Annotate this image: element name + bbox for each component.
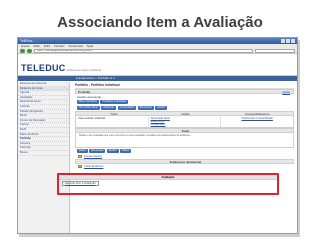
help-link[interactable]: Ajuda <box>282 90 293 94</box>
incluir-endereco-link[interactable]: Incluir Endereço <box>84 165 103 168</box>
menu-ajuda[interactable]: Ajuda <box>87 45 93 48</box>
search-input[interactable] <box>255 48 295 53</box>
text-body: Relate o uso modelado que você encontrou… <box>75 133 294 148</box>
item-title: Caso estudo: tarefa E1 <box>78 117 106 120</box>
adicionar-button[interactable]: Adicionar <box>101 106 117 110</box>
back-icon[interactable] <box>20 48 25 53</box>
col-titulo: Título <box>110 112 118 116</box>
sidebar: Estrutura do Ambiente › Dinâmica do Curso… <box>18 82 70 233</box>
course-breadcrumb: Fundamentos > Portfólio: E.1 <box>76 76 115 80</box>
sidebar-item-busca[interactable]: Busca <box>18 151 69 156</box>
sidebar-item-label: Dinâmica do Curso <box>20 86 43 90</box>
sidebar-item-label: Busca <box>20 150 28 154</box>
sidebar-item-label: Agenda <box>20 91 30 95</box>
excluir-button[interactable]: Excluir <box>155 106 168 110</box>
grid-item-title: Caso estudo: tarefa E1 <box>76 116 149 127</box>
sidebar-item-label: Leituras <box>20 104 30 108</box>
sidebar-item-label: Atividades <box>20 95 33 99</box>
main-content: Portfólio - Portfólio Individual Portfól… <box>71 82 297 233</box>
sidebar-item-label: Parada Obrigatória <box>20 109 43 113</box>
minimize-icon[interactable] <box>281 39 285 43</box>
renomear-arquivo-button[interactable]: Renomear <box>89 149 106 153</box>
teleduc-logo: TELEDUC <box>21 63 66 73</box>
context-text: Usuário acessando: ... <box>77 94 105 99</box>
avaliacao-highlight: Avaliação Associar item à Avaliação <box>57 173 279 195</box>
limpar-texto-link[interactable]: Limpar texto <box>151 123 219 126</box>
sidebar-item-label: Fóruns de Discussão <box>20 118 46 122</box>
menu-exibir[interactable]: Exibir <box>44 45 50 48</box>
menu-arquivo[interactable]: Arquivo <box>21 45 29 48</box>
app-header: TELEDUC ambiente de ensino a distância <box>18 54 297 76</box>
sidebar-item-label: Perfil <box>20 127 27 131</box>
maximize-icon[interactable] <box>286 39 290 43</box>
section-title: Portfólio <box>78 90 91 94</box>
enderecos-row: Incluir Endereço <box>75 164 294 169</box>
renomear-button[interactable]: Renomear <box>137 106 154 110</box>
ver-outros-itens-button[interactable]: Ver Outros Itens <box>77 106 100 110</box>
folder-icon <box>78 155 82 158</box>
window-controls <box>281 39 295 43</box>
portfolios-individuais-button[interactable]: Portfólios Individuais <box>100 100 129 104</box>
address-bar[interactable]: http://.../cursos/aplic/portfolio/ver.ph… <box>34 48 253 53</box>
menu-favoritos[interactable]: Favoritos <box>54 45 64 48</box>
enderecos-title: Endereços da Internet <box>169 160 202 164</box>
editar-button[interactable]: Editar <box>77 149 88 153</box>
sidebar-item-label: Intermap <box>20 146 31 150</box>
slide-title: Associando Item a Avaliação <box>57 14 263 31</box>
sidebar-item-label: Correio <box>20 123 29 127</box>
meus-portfolios-button[interactable]: Meus Portfólios <box>77 100 99 104</box>
close-icon[interactable] <box>291 39 295 43</box>
col-acoes: Ações <box>181 112 190 116</box>
anexar-arquivo-link[interactable]: Anexar arquivo <box>84 155 102 158</box>
col-compartilhamento: Compartilhamento <box>244 112 270 116</box>
grid-item-share: Totalmente Compartilhado <box>221 116 293 127</box>
link-icon <box>78 165 82 168</box>
excluir-arquivo-button[interactable]: Excluir <box>106 149 119 153</box>
logo-subtitle: ambiente de ensino a distância <box>66 69 102 72</box>
page-title: Portfólio - Portfólio Individual <box>75 82 294 89</box>
item-grid: Caso estudo: tarefa E1 Renomear título E… <box>75 116 294 128</box>
sidebar-item-label: Portfólio <box>20 137 32 141</box>
grid-item-actions: Renomear título Editar texto Limpar text… <box>149 116 222 127</box>
associar-avaliacao-link[interactable]: Associar item à Avaliação <box>62 181 99 186</box>
sidebar-item-label: Estrutura do Ambiente <box>20 82 47 85</box>
sidebar-item-label: Acessos <box>20 141 31 145</box>
sidebar-item-label: Diário de Bordo <box>20 132 39 136</box>
sidebar-item-label: Mural <box>20 114 27 118</box>
share-link[interactable]: Totalmente Compartilhado <box>241 117 272 120</box>
course-bar <box>18 76 297 81</box>
browser-title: TelEduc - ... <box>20 39 39 43</box>
comentarios-button[interactable]: Comentários <box>117 106 137 110</box>
avaliacao-row: Associar item à Avaliação <box>59 180 277 187</box>
text-section-title: Texto <box>181 129 190 133</box>
sidebar-item-label: Material de Apoio <box>20 100 41 104</box>
browser-window: TelEduc - ... Arquivo Editar Exibir Favo… <box>17 37 298 234</box>
menu-editar[interactable]: Editar <box>33 45 40 48</box>
menu-ferramentas[interactable]: Ferramentas <box>69 45 83 48</box>
forward-icon[interactable] <box>27 48 32 53</box>
mover-button[interactable]: Mover <box>120 149 132 153</box>
